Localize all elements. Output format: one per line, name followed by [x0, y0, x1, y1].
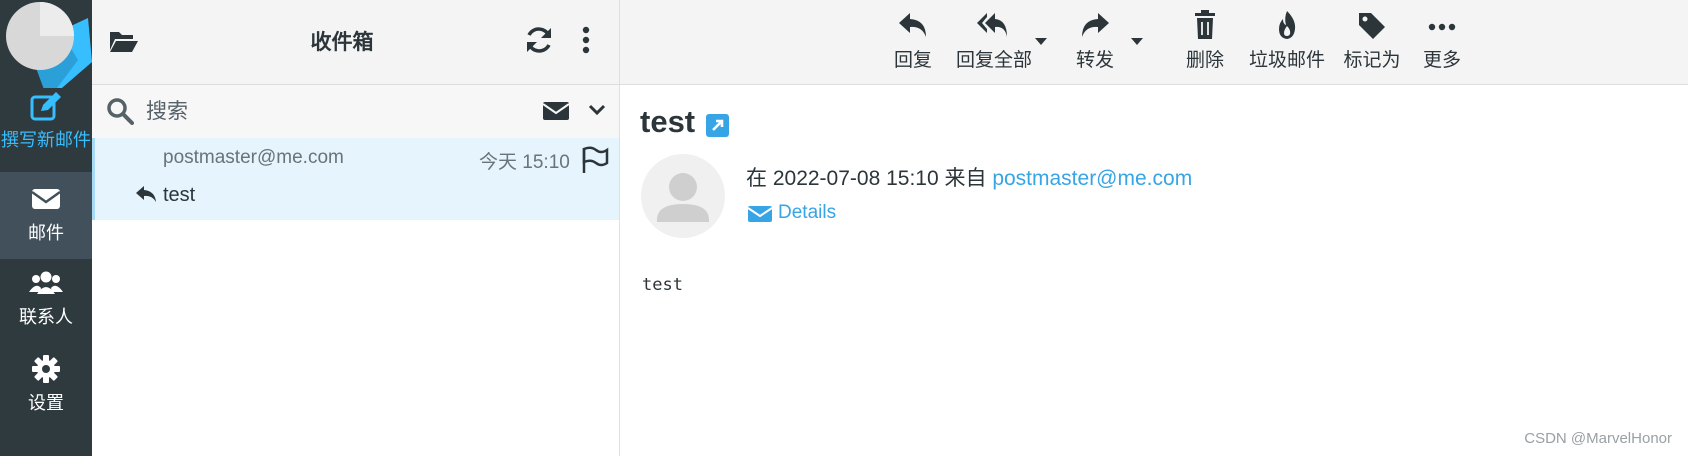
junk-button[interactable]: 垃圾邮件 — [1247, 6, 1327, 78]
contacts-nav-item[interactable]: 联系人 — [0, 258, 92, 345]
flag-icon[interactable] — [581, 146, 609, 174]
details-link[interactable]: Details — [747, 202, 837, 224]
details-label: Details — [778, 202, 837, 223]
app-logo[interactable] — [0, 0, 92, 88]
forward-dropdown-icon[interactable] — [1130, 36, 1144, 46]
users-icon — [29, 271, 63, 294]
refresh-icon[interactable] — [524, 25, 554, 55]
reply-icon — [899, 13, 926, 37]
tag-icon — [1359, 13, 1385, 39]
more-label: 更多 — [1422, 50, 1461, 71]
message-from: postmaster@me.com — [163, 147, 344, 168]
compose-label: 撰写新邮件 — [1, 130, 91, 150]
message-row[interactable]: postmaster@me.com 今天 15:10 test — [92, 138, 619, 220]
settings-label: 设置 — [28, 393, 64, 413]
reply-all-dropdown-icon[interactable] — [1034, 36, 1048, 46]
user-placeholder-icon — [657, 173, 709, 222]
message-subject: test — [163, 184, 196, 206]
message-title: test — [640, 104, 696, 139]
sender-link[interactable]: postmaster@me.com — [992, 167, 1192, 190]
envelope-details-icon — [747, 206, 773, 222]
reading-pane: 回复 回复全部 转发 删除 垃圾邮件 标记为 更多 test 在 2022-07… — [620, 0, 1688, 456]
reply-all-label: 回复全部 — [956, 50, 1033, 71]
compose-icon — [30, 92, 61, 121]
left-navigation-rail: 撰写新邮件 邮件 联系人 设置 — [0, 0, 92, 456]
contacts-label: 联系人 — [19, 307, 73, 327]
fire-icon — [1279, 11, 1296, 39]
mark-label: 标记为 — [1343, 50, 1401, 71]
search-scope-envelope-icon[interactable] — [542, 100, 570, 122]
delete-label: 删除 — [1185, 50, 1224, 71]
more-vertical-icon[interactable] — [579, 25, 593, 55]
search-icon — [107, 98, 134, 125]
more-button[interactable]: 更多 — [1420, 6, 1464, 78]
folder-title: 收件箱 — [310, 31, 374, 54]
folder-open-icon[interactable] — [108, 28, 138, 54]
mail-app: 撰写新邮件 邮件 联系人 设置 收件箱 搜索 postmaster@me.com… — [0, 0, 1688, 456]
search-bar — [92, 85, 619, 138]
reply-all-icon — [977, 13, 1007, 37]
sender-avatar — [641, 154, 725, 238]
list-header: 收件箱 — [92, 0, 619, 85]
more-horizontal-icon — [1428, 23, 1456, 31]
message-body: test — [642, 275, 683, 295]
search-input[interactable] — [144, 94, 468, 130]
compose-button[interactable]: 撰写新邮件 — [0, 91, 92, 178]
reply-button[interactable]: 回复 — [890, 6, 936, 78]
message-date-prefix: 在 2022-07-08 15:10 来自 — [746, 167, 993, 190]
mail-nav-item[interactable]: 邮件 — [0, 172, 92, 259]
junk-label: 垃圾邮件 — [1248, 50, 1325, 71]
replied-status-icon — [136, 186, 156, 202]
reply-label: 回复 — [893, 50, 932, 71]
message-toolbar: 回复 回复全部 转发 删除 垃圾邮件 标记为 更多 — [620, 0, 1688, 85]
forward-button[interactable]: 转发 — [1072, 6, 1118, 78]
envelope-icon — [31, 189, 61, 209]
settings-nav-item[interactable]: 设置 — [0, 344, 92, 431]
forward-icon — [1082, 13, 1109, 37]
chevron-down-icon[interactable] — [588, 103, 606, 117]
mark-button[interactable]: 标记为 — [1342, 6, 1402, 78]
message-date: 今天 15:10 — [479, 152, 570, 173]
trash-icon — [1195, 10, 1215, 39]
gear-icon — [32, 355, 60, 383]
reply-all-button[interactable]: 回复全部 — [956, 6, 1033, 78]
message-list-panel: 收件箱 搜索 postmaster@me.com 今天 15:10 test — [92, 0, 620, 456]
delete-button[interactable]: 删除 — [1182, 6, 1228, 78]
message-header-line: 在 2022-07-08 15:10 来自 postmaster@me.com — [746, 162, 1192, 192]
mail-label: 邮件 — [28, 223, 64, 243]
forward-label: 转发 — [1075, 50, 1114, 71]
open-in-new-window-icon[interactable] — [706, 114, 729, 137]
watermark-text: CSDN @MarvelHonor — [1524, 430, 1672, 447]
